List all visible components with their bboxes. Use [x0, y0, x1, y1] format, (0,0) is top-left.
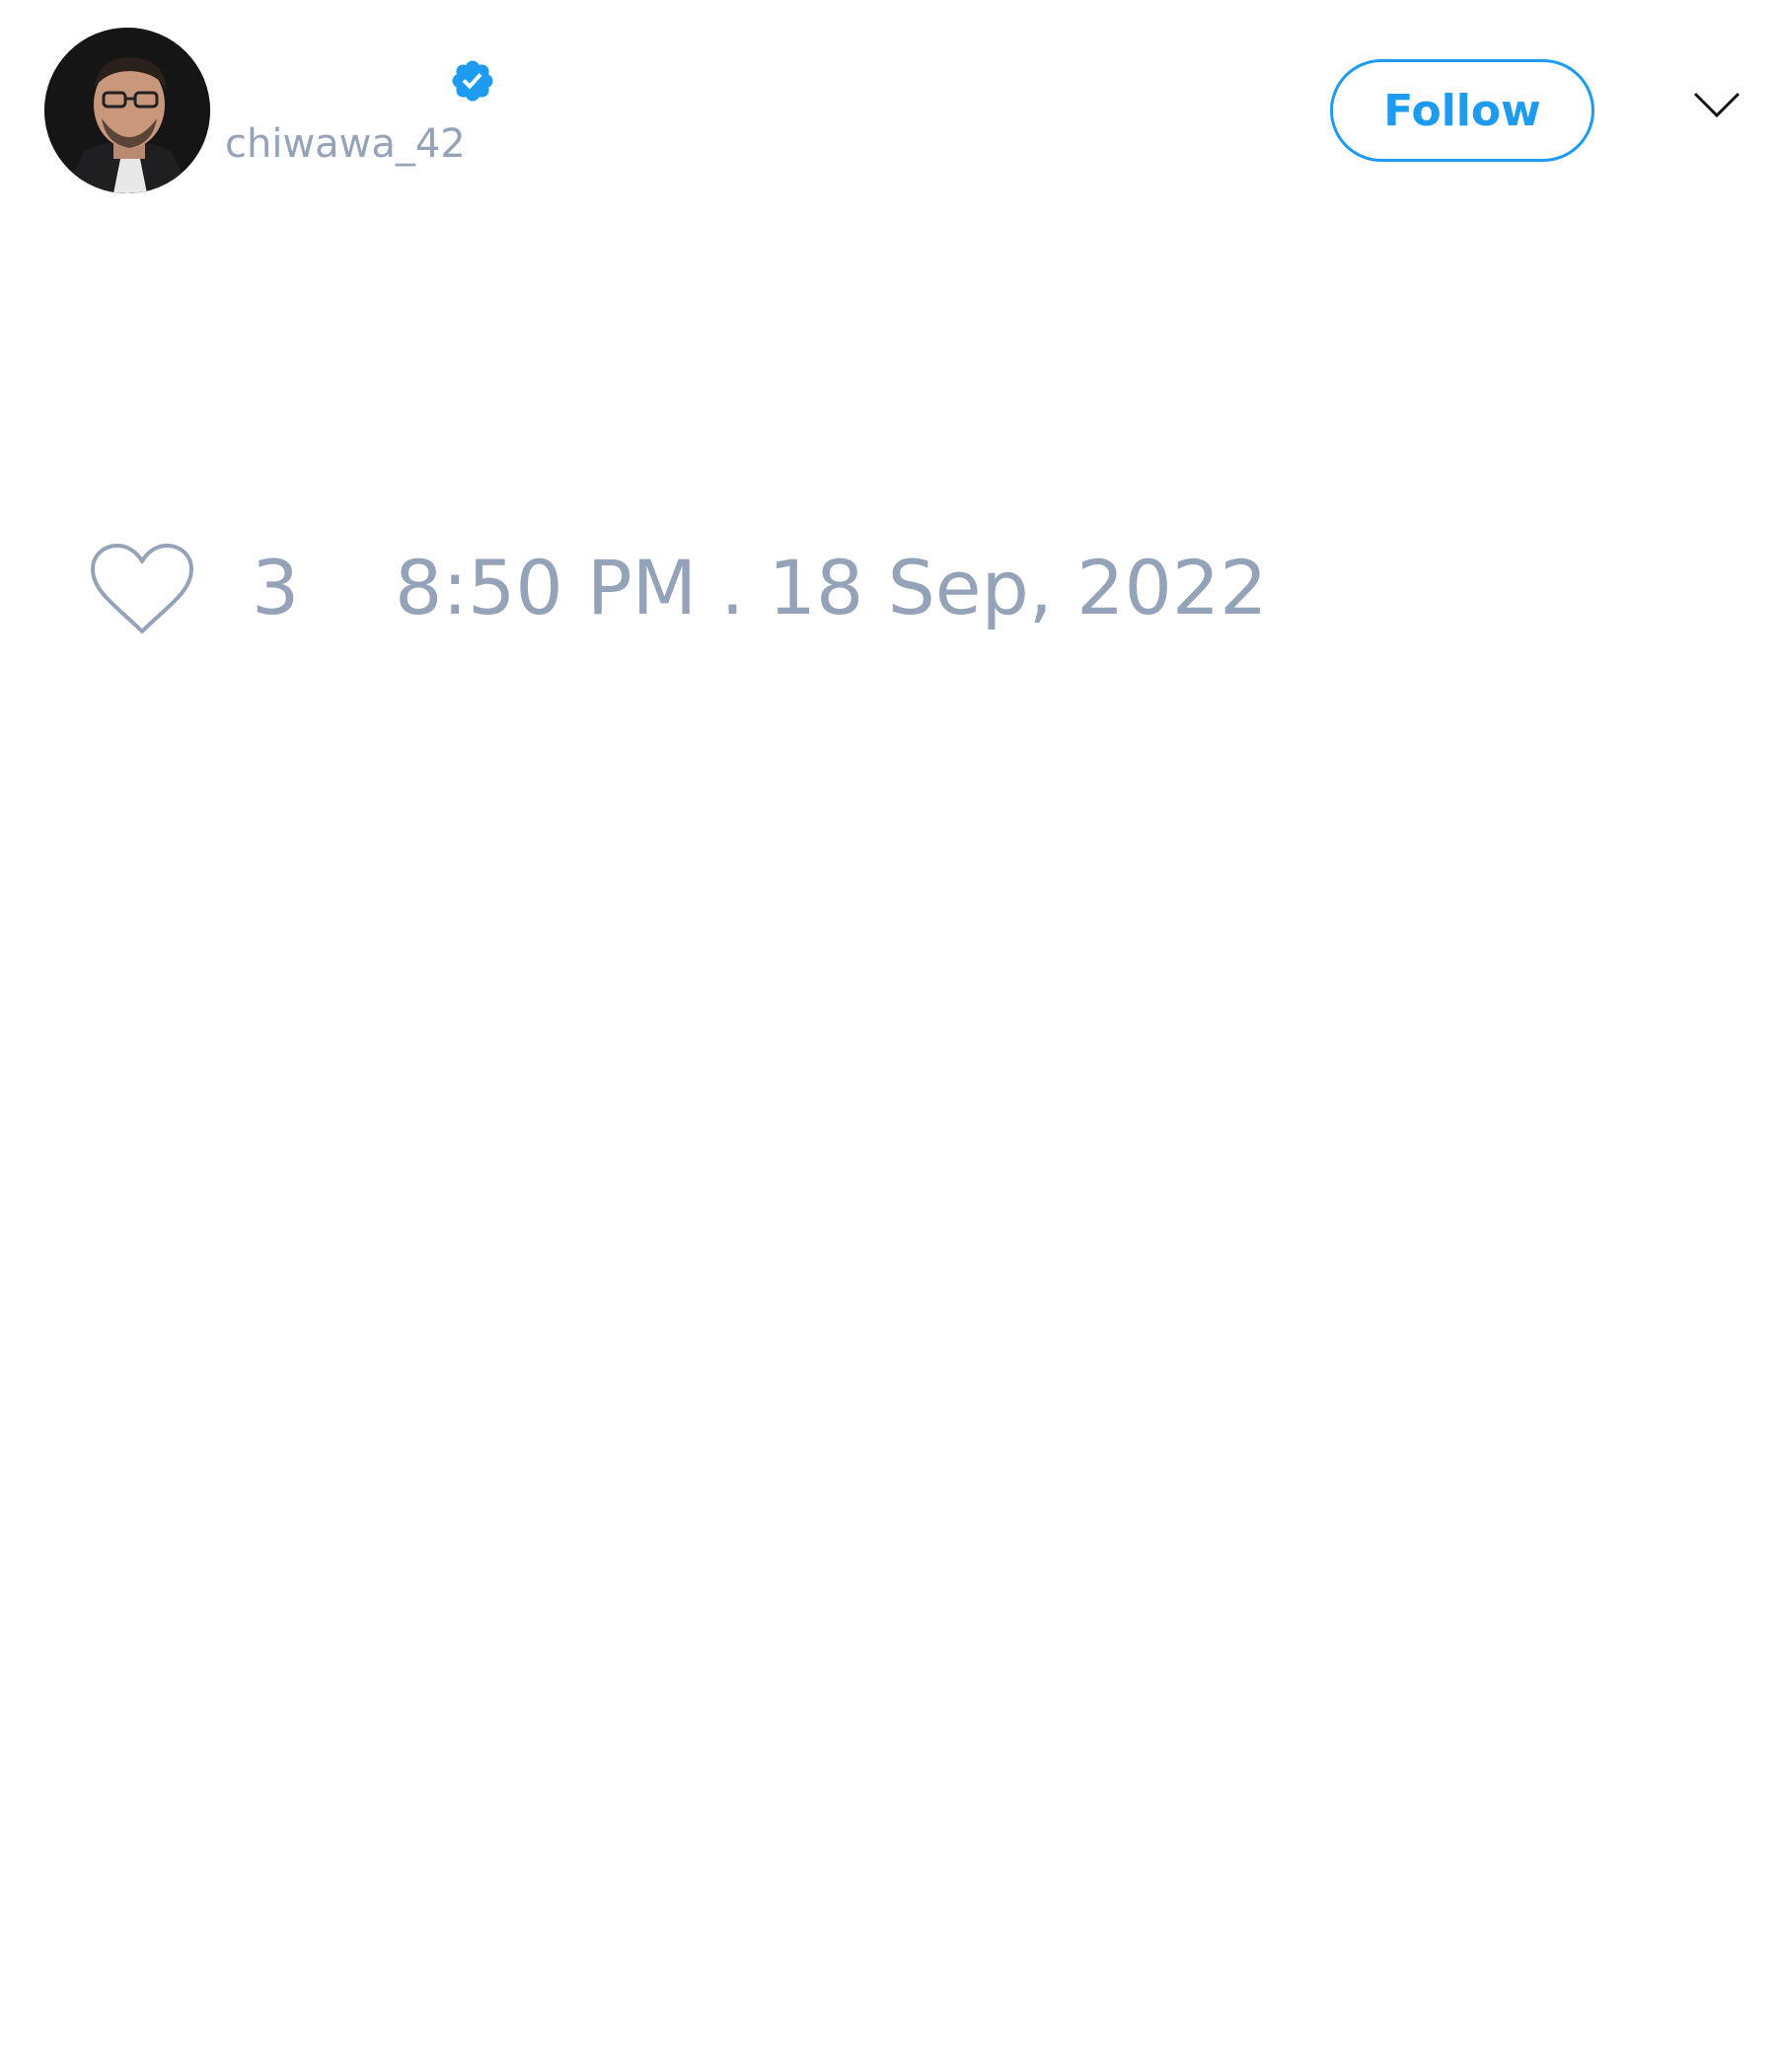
tweet-timestamp[interactable]: 8:50 PM . 18 Sep, 2022	[395, 551, 1268, 626]
chevron-down-icon[interactable]	[1692, 89, 1741, 120]
verified-badge-icon	[452, 60, 493, 102]
author-handle[interactable]: chiwawa_42	[225, 124, 466, 164]
display-name[interactable]	[227, 57, 444, 107]
like-count: 3	[252, 544, 300, 631]
avatar[interactable]	[44, 28, 210, 193]
follow-button[interactable]: Follow	[1330, 59, 1594, 162]
heart-outline-icon[interactable]	[89, 543, 195, 637]
tweet-card: chiwawa_42 Follow 3 8:50 PM . 18 Sep, 20…	[0, 0, 1776, 2072]
tweet-footer: 3 8:50 PM . 18 Sep, 2022	[89, 543, 1569, 641]
avatar-image	[44, 28, 210, 193]
